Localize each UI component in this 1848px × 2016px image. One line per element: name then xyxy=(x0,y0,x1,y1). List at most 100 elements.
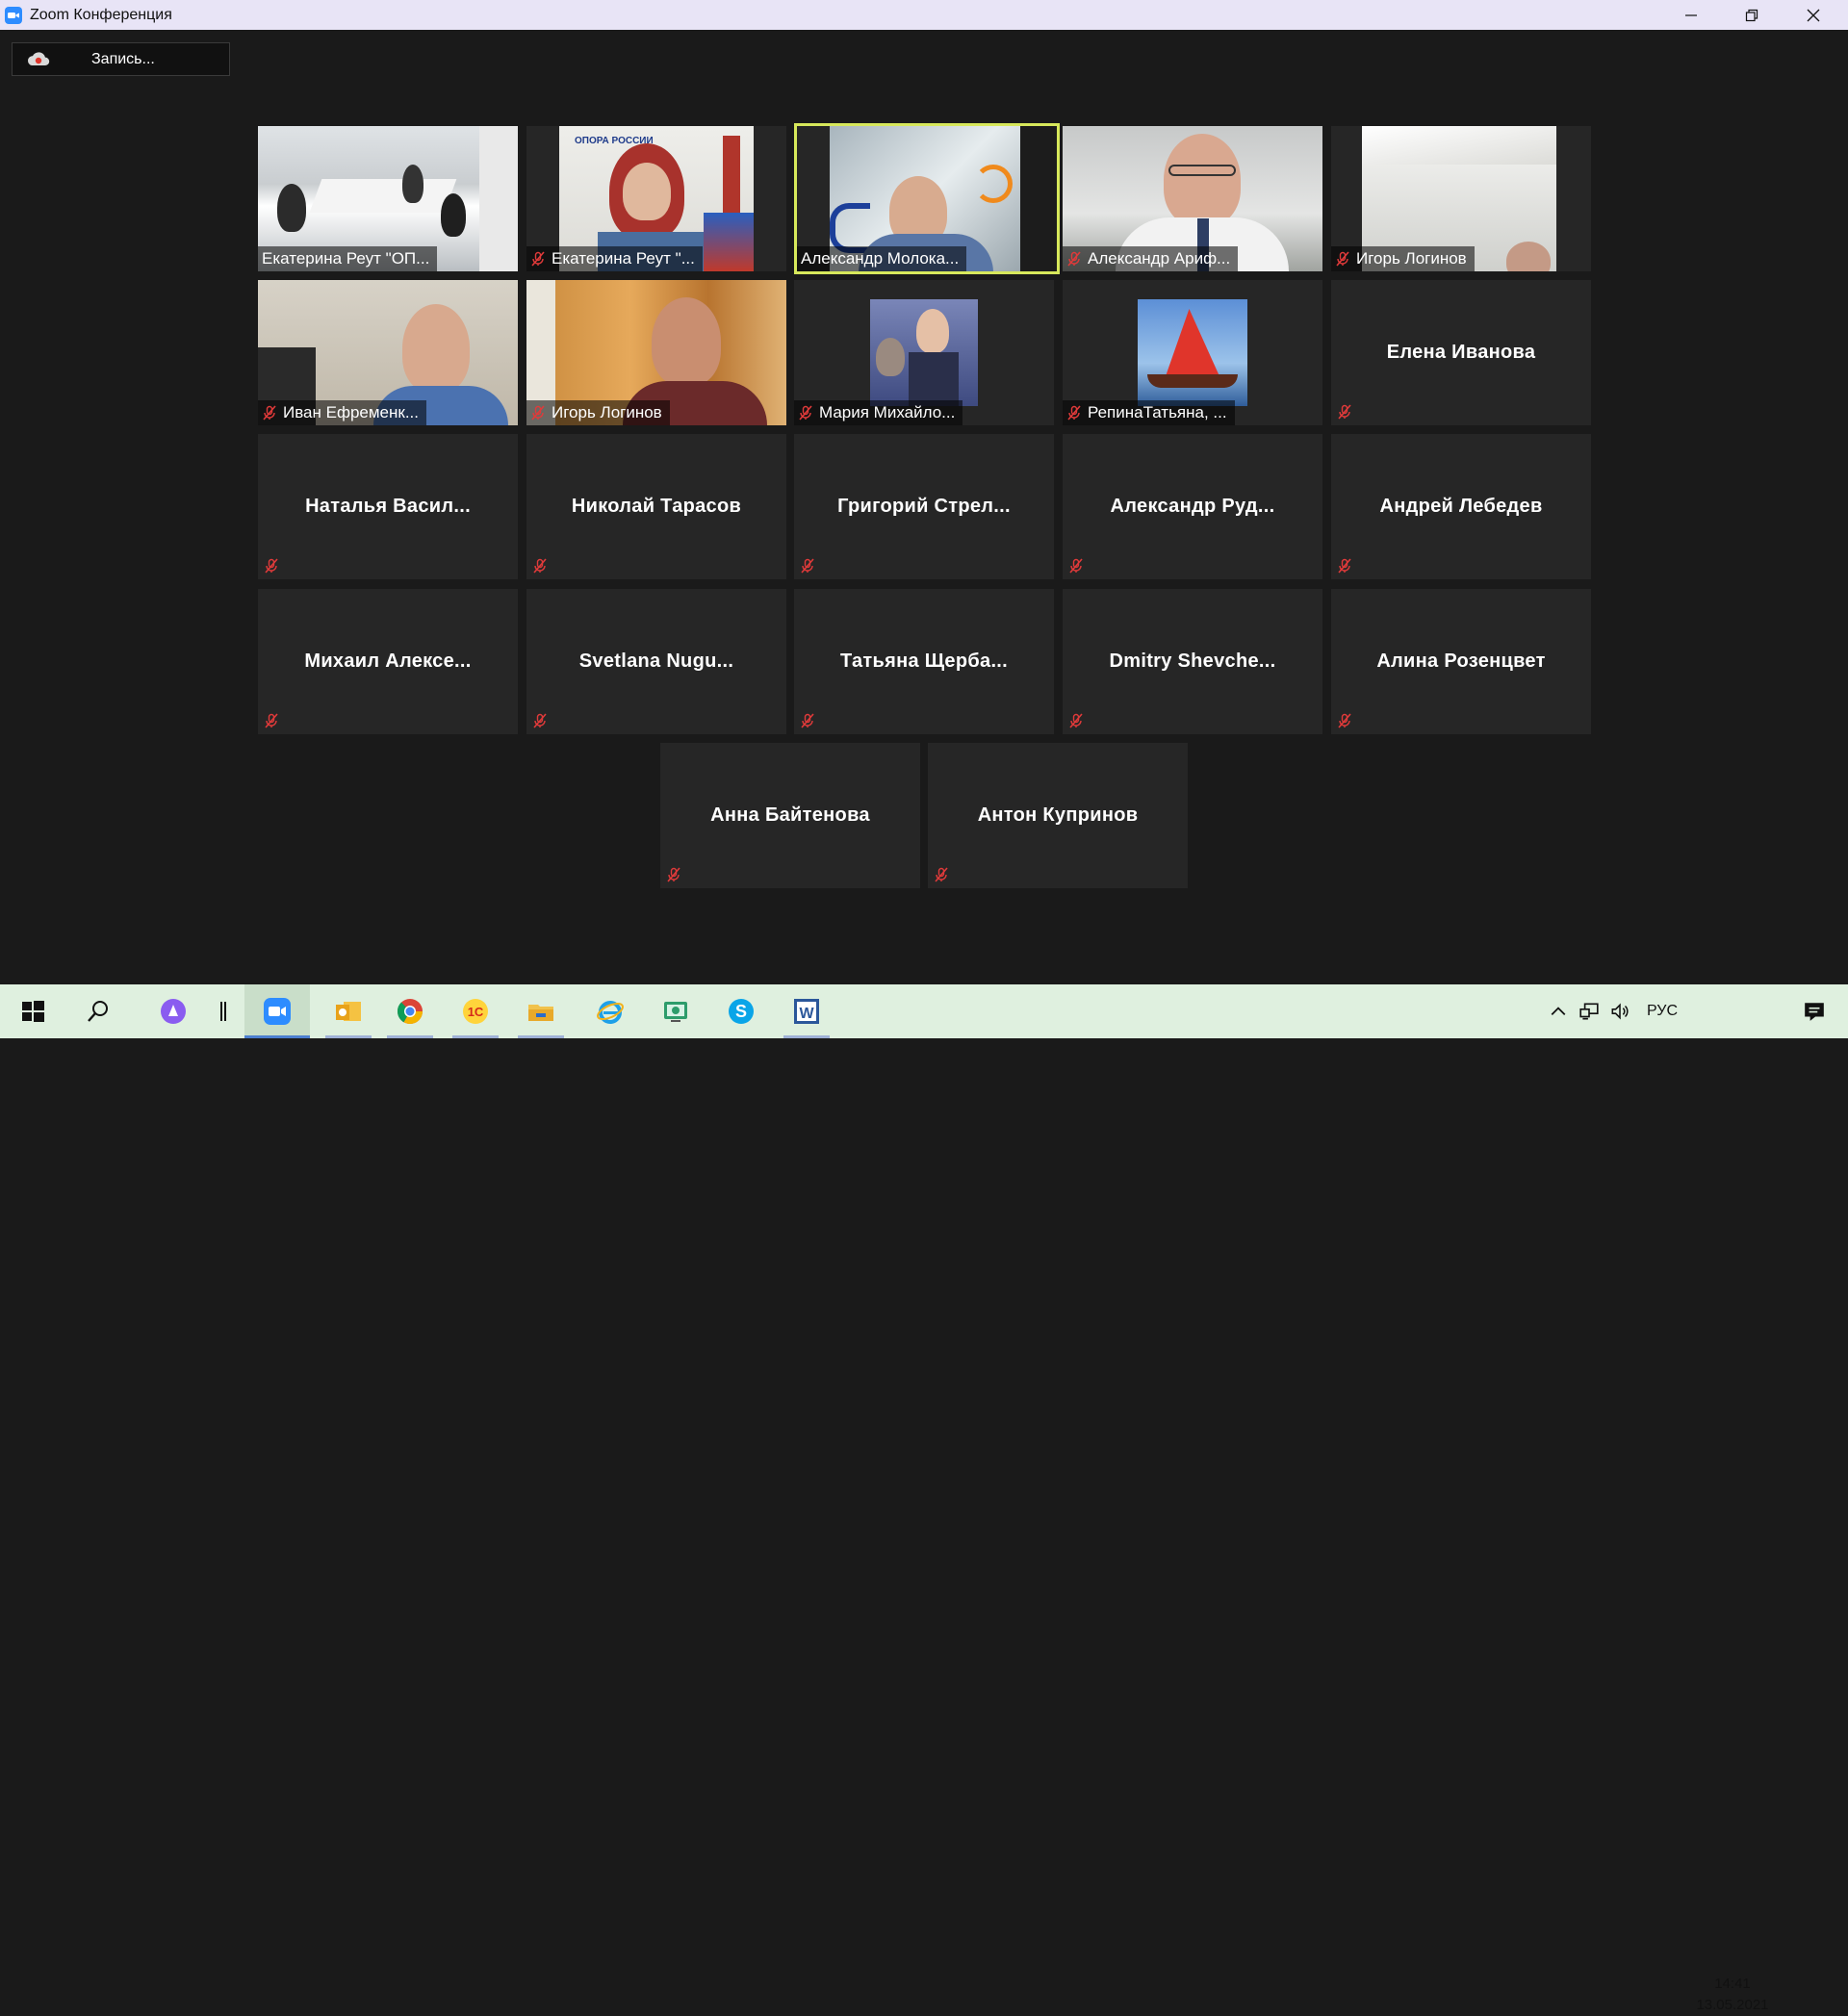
participant-name-bar: Екатерина Реут "... xyxy=(526,246,703,271)
participant-tile[interactable]: Андрей Лебедев xyxy=(1331,434,1591,579)
participant-tile[interactable]: Svetlana Nugu... xyxy=(526,589,786,734)
mic-muted-icon xyxy=(667,867,680,882)
title-bar: Zoom Конференция xyxy=(0,0,1848,30)
mic-muted-icon xyxy=(531,405,545,421)
alice-icon xyxy=(161,999,186,1024)
svg-text:1С: 1С xyxy=(468,1005,484,1019)
participant-name: Svetlana Nugu... xyxy=(578,651,734,672)
network-icon xyxy=(1579,1003,1599,1020)
taskbar-zoom[interactable] xyxy=(244,984,310,1038)
restore-button[interactable] xyxy=(1723,0,1781,30)
search-icon xyxy=(88,1001,108,1022)
participant-name-bar: Александр Ариф... xyxy=(1063,246,1239,271)
participant-tile[interactable]: Анна Байтенова xyxy=(660,743,920,888)
clock-time: 14:41 xyxy=(1714,1976,1751,1992)
internet-explorer-icon xyxy=(597,1001,624,1024)
participant-tile[interactable]: Александр Руд... xyxy=(1063,434,1322,579)
participant-tile-active-speaker[interactable]: Александр Молока... xyxy=(794,123,1060,274)
close-button[interactable] xyxy=(1784,0,1842,30)
participant-video xyxy=(1138,299,1247,406)
start-button[interactable] xyxy=(4,984,62,1038)
action-center-button[interactable] xyxy=(1790,984,1838,1038)
svg-text:S: S xyxy=(735,1002,747,1021)
cloud-recording-icon xyxy=(27,51,50,65)
mic-muted-icon xyxy=(533,713,547,728)
taskbar-file-explorer[interactable] xyxy=(508,984,574,1038)
participant-tile[interactable]: Наталья Васил... xyxy=(258,434,518,579)
participant-name: Наталья Васил... xyxy=(305,496,471,517)
zoom-app-icon xyxy=(5,6,22,24)
taskbar-internet-explorer[interactable] xyxy=(578,984,643,1038)
participant-name: Андрей Лебедев xyxy=(1379,496,1543,517)
mic-muted-icon xyxy=(265,558,278,574)
mic-muted-icon xyxy=(801,713,814,728)
participant-name: Dmitry Shevche... xyxy=(1109,651,1276,672)
windows-start-icon xyxy=(22,1001,44,1022)
taskbar-clock[interactable]: 14:41 13.05.2021 xyxy=(1689,1974,1776,2016)
participant-tile[interactable]: Николай Тарасов xyxy=(526,434,786,579)
participant-name: Александр Руд... xyxy=(1110,496,1275,517)
recording-indicator[interactable]: Запись... xyxy=(12,42,230,76)
participant-tile[interactable]: Татьяна Щерба... xyxy=(794,589,1054,734)
mic-muted-icon xyxy=(263,405,276,421)
minimize-button[interactable] xyxy=(1662,0,1720,30)
participant-tile[interactable]: Антон Купринов xyxy=(928,743,1188,888)
mic-muted-icon xyxy=(1067,251,1081,267)
participant-tile[interactable]: ОПОРА РОССИИ Екатерина Реут "... xyxy=(526,126,786,271)
skype-icon: S xyxy=(729,999,754,1024)
window-title: Zoom Конференция xyxy=(30,6,172,23)
participant-tile[interactable]: Александр Ариф... xyxy=(1063,126,1322,271)
participant-tile[interactable]: Dmitry Shevche... xyxy=(1063,589,1322,734)
mic-muted-icon xyxy=(935,867,948,882)
participant-name-bar: Иван Ефременк... xyxy=(258,400,426,425)
show-hidden-icons-button[interactable] xyxy=(1544,984,1573,1038)
mic-muted-icon xyxy=(1338,713,1351,728)
taskbar-1c[interactable]: 1С xyxy=(443,984,508,1038)
mic-muted-icon xyxy=(1338,558,1351,574)
mic-muted-icon xyxy=(531,251,545,267)
mic-muted-icon xyxy=(799,405,812,421)
participant-tile[interactable]: Михаил Алексе... xyxy=(258,589,518,734)
participant-tile[interactable]: Мария Михайло... xyxy=(794,280,1054,425)
participant-tile[interactable]: Игорь Логинов xyxy=(1331,126,1591,271)
task-view-button[interactable] xyxy=(194,984,252,1038)
participant-name: Григорий Стрел... xyxy=(837,496,1011,517)
participant-name: РепинаТатьяна, ... xyxy=(1088,403,1227,421)
restore-icon xyxy=(1745,9,1758,21)
participant-name: Михаил Алексе... xyxy=(304,651,472,672)
chevron-up-icon xyxy=(1551,1007,1566,1016)
participant-name: Иван Ефременк... xyxy=(283,403,419,421)
taskbar-word[interactable]: W xyxy=(774,984,839,1038)
participant-tile[interactable]: Григорий Стрел... xyxy=(794,434,1054,579)
participant-name: Алина Розенцвет xyxy=(1376,651,1546,672)
volume-tray-button[interactable] xyxy=(1605,984,1634,1038)
taskbar-outlook[interactable] xyxy=(316,984,381,1038)
participant-name-bar: Мария Михайло... xyxy=(794,400,963,425)
participant-tile[interactable]: Иван Ефременк... xyxy=(258,280,518,425)
mic-muted-icon xyxy=(533,558,547,574)
clock-date: 13.05.2021 xyxy=(1696,1997,1769,2013)
taskbar-skype[interactable]: S xyxy=(708,984,774,1038)
participant-tile[interactable]: Екатерина Реут "ОП... xyxy=(258,126,518,271)
mic-muted-icon xyxy=(801,558,814,574)
close-icon xyxy=(1807,9,1820,21)
participant-tile[interactable]: РепинаТатьяна, ... xyxy=(1063,280,1322,425)
participant-name-bar: Игорь Логинов xyxy=(1331,246,1475,271)
participant-name-bar: РепинаТатьяна, ... xyxy=(1063,400,1235,425)
participant-tile[interactable]: Игорь Логинов xyxy=(526,280,786,425)
participant-name-bar: Екатерина Реут "ОП... xyxy=(258,246,438,271)
participant-name: Игорь Логинов xyxy=(1356,249,1467,268)
1c-icon: 1С xyxy=(463,999,488,1024)
search-button[interactable] xyxy=(69,984,127,1038)
participant-tile[interactable]: Елена Иванова xyxy=(1331,280,1591,425)
network-tray-button[interactable] xyxy=(1575,984,1604,1038)
vm-icon xyxy=(664,1002,687,1022)
taskbar-chrome[interactable] xyxy=(377,984,443,1038)
input-language[interactable]: РУС xyxy=(1638,984,1686,1038)
alice-button[interactable] xyxy=(144,984,202,1038)
participant-tile[interactable]: Алина Розенцвет xyxy=(1331,589,1591,734)
taskbar-vm[interactable] xyxy=(643,984,708,1038)
mic-muted-icon xyxy=(1069,558,1083,574)
participant-name: Николай Тарасов xyxy=(571,496,742,517)
svg-text:W: W xyxy=(799,1006,814,1022)
